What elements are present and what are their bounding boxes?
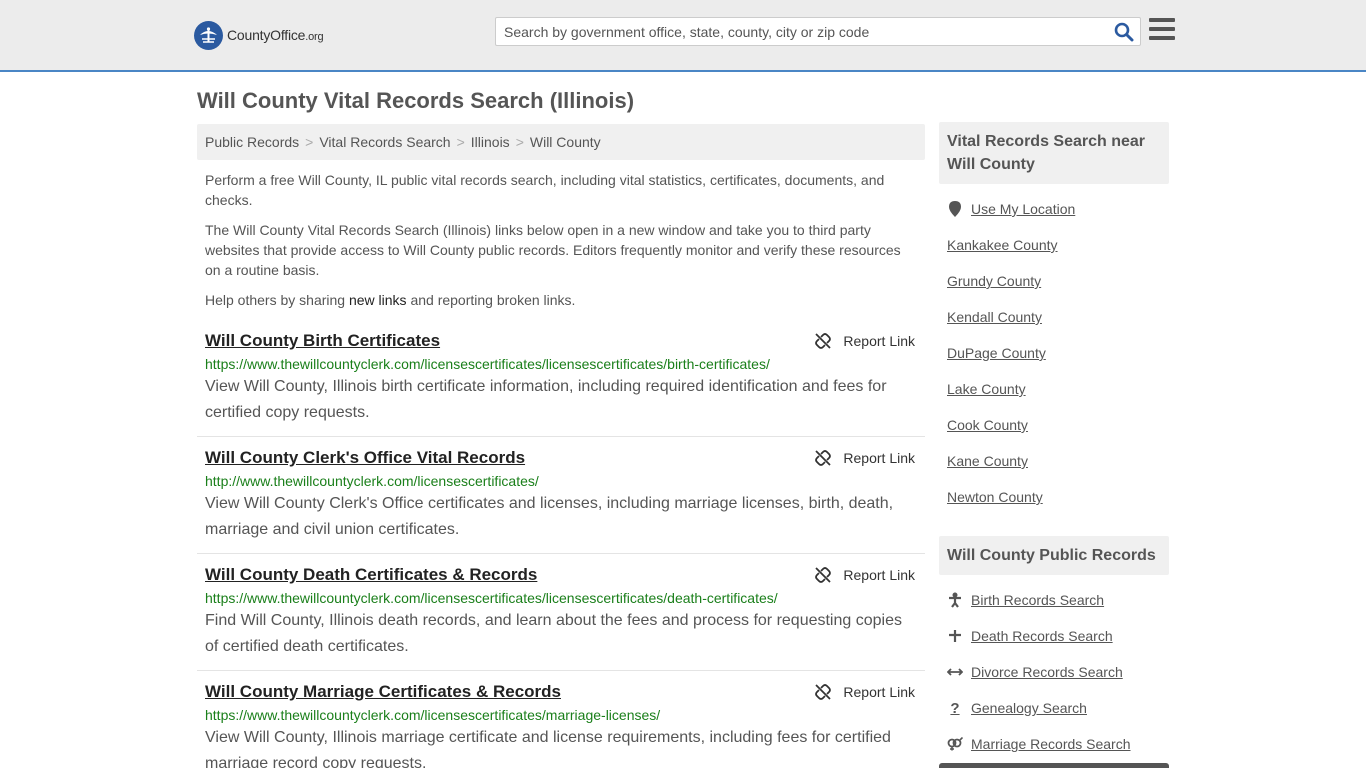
- divider: [197, 553, 925, 554]
- breadcrumb-public-records[interactable]: Public Records: [205, 134, 299, 150]
- broken-link-icon: [815, 450, 832, 466]
- intro-paragraph-3: Help others by sharing new links and rep…: [205, 292, 576, 308]
- result-item: Will County Marriage Certificates & Reco…: [197, 682, 925, 768]
- result-item: Will County Birth Certificates Report Li…: [197, 331, 925, 426]
- nearby-county-link[interactable]: Newton County: [947, 489, 1043, 505]
- baby-icon: [947, 592, 963, 608]
- broken-link-icon: [815, 684, 832, 700]
- intro-paragraph-2: The Will County Vital Records Search (Il…: [205, 222, 901, 278]
- nearby-section-title: Vital Records Search near Will County: [939, 122, 1169, 184]
- page-title: Will County Vital Records Search (Illino…: [197, 88, 635, 113]
- nearby-county-link[interactable]: DuPage County: [947, 345, 1046, 361]
- intro-paragraph-1: Perform a free Will County, IL public vi…: [205, 172, 885, 208]
- result-description: View Will County, Illinois birth certifi…: [205, 378, 887, 421]
- marriage-records-label: Marriage Records Search: [971, 736, 1131, 752]
- map-pin-icon: [947, 201, 963, 217]
- logo-seal-icon: [194, 20, 223, 50]
- report-link-button[interactable]: Report Link: [815, 567, 915, 583]
- nearby-county-link[interactable]: Kendall County: [947, 309, 1042, 325]
- genealogy-search-label: Genealogy Search: [971, 700, 1087, 716]
- nearby-county-link[interactable]: Grundy County: [947, 273, 1041, 289]
- nearby-county-link[interactable]: Lake County: [947, 381, 1026, 397]
- site-logo[interactable]: CountyOffice.org: [194, 20, 324, 50]
- report-link-button[interactable]: Report Link: [815, 333, 915, 349]
- question-icon: ?: [950, 699, 960, 717]
- divorce-records-label: Divorce Records Search: [971, 664, 1123, 680]
- result-url: http://www.thewillcountyclerk.com/licens…: [205, 473, 539, 489]
- public-records-section-title: Will County Public Records: [939, 536, 1169, 575]
- birth-records-label: Birth Records Search: [971, 592, 1105, 608]
- birth-records-link[interactable]: Birth Records Search: [947, 592, 1104, 608]
- breadcrumb-separator: >: [515, 134, 524, 150]
- sidebar-next-section: [939, 763, 1169, 768]
- top-header: CountyOffice.org: [0, 0, 1366, 72]
- result-item: Will County Clerk's Office Vital Records…: [197, 448, 925, 543]
- result-url: https://www.thewillcountyclerk.com/licen…: [205, 590, 778, 606]
- nearby-county-link[interactable]: Kankakee County: [947, 237, 1058, 253]
- marriage-records-link[interactable]: Marriage Records Search: [947, 736, 1131, 752]
- breadcrumb: Public Records > Vital Records Search > Illi…: [197, 124, 925, 160]
- result-item: Will County Death Certificates & Records…: [197, 565, 925, 660]
- search-box: [495, 17, 1141, 46]
- report-link-label: Report Link: [843, 684, 915, 700]
- search-icon[interactable]: [1114, 22, 1134, 42]
- report-link-button[interactable]: Report Link: [815, 684, 915, 700]
- logo-text: CountyOffice: [227, 27, 306, 43]
- report-link-label: Report Link: [843, 450, 915, 466]
- result-title-link[interactable]: Will County Death Certificates & Records: [205, 565, 537, 585]
- gender-rings-icon: [947, 736, 963, 752]
- report-link-label: Report Link: [843, 567, 915, 583]
- nearby-county-link[interactable]: Kane County: [947, 453, 1028, 469]
- result-title-link[interactable]: Will County Clerk's Office Vital Records: [205, 448, 525, 468]
- breadcrumb-separator: >: [305, 134, 314, 150]
- divider: [197, 436, 925, 437]
- hamburger-menu-icon[interactable]: [1149, 18, 1175, 42]
- divorce-records-link[interactable]: Divorce Records Search: [947, 664, 1123, 680]
- broken-link-icon: [815, 567, 832, 583]
- new-links-link[interactable]: new links: [349, 292, 407, 308]
- result-description: View Will County Clerk's Office certific…: [205, 495, 894, 538]
- result-title-link[interactable]: Will County Birth Certificates: [205, 331, 440, 351]
- breadcrumb-vital-records[interactable]: Vital Records Search: [319, 134, 450, 150]
- search-input[interactable]: [496, 18, 1106, 45]
- cross-icon: [947, 628, 963, 644]
- divider: [197, 670, 925, 671]
- breadcrumb-illinois[interactable]: Illinois: [471, 134, 510, 150]
- report-link-button[interactable]: Report Link: [815, 450, 915, 466]
- breadcrumb-will-county[interactable]: Will County: [530, 134, 601, 150]
- split-arrows-icon: [947, 664, 963, 680]
- result-title-link[interactable]: Will County Marriage Certificates & Reco…: [205, 682, 561, 702]
- result-url: https://www.thewillcountyclerk.com/licen…: [205, 707, 661, 723]
- broken-link-icon: [815, 333, 832, 349]
- result-url: https://www.thewillcountyclerk.com/licen…: [205, 356, 770, 372]
- result-description: View Will County, Illinois marriage cert…: [205, 729, 891, 768]
- death-records-label: Death Records Search: [971, 628, 1113, 644]
- result-description: Find Will County, Illinois death records…: [205, 612, 902, 655]
- use-my-location-link[interactable]: Use My Location: [947, 201, 1075, 217]
- nearby-county-link[interactable]: Cook County: [947, 417, 1028, 433]
- breadcrumb-separator: >: [456, 134, 465, 150]
- report-link-label: Report Link: [843, 333, 915, 349]
- death-records-link[interactable]: Death Records Search: [947, 628, 1113, 644]
- genealogy-search-link[interactable]: ? Genealogy Search: [947, 699, 1087, 717]
- logo-suffix: .org: [305, 31, 324, 43]
- use-my-location-label: Use My Location: [971, 201, 1076, 217]
